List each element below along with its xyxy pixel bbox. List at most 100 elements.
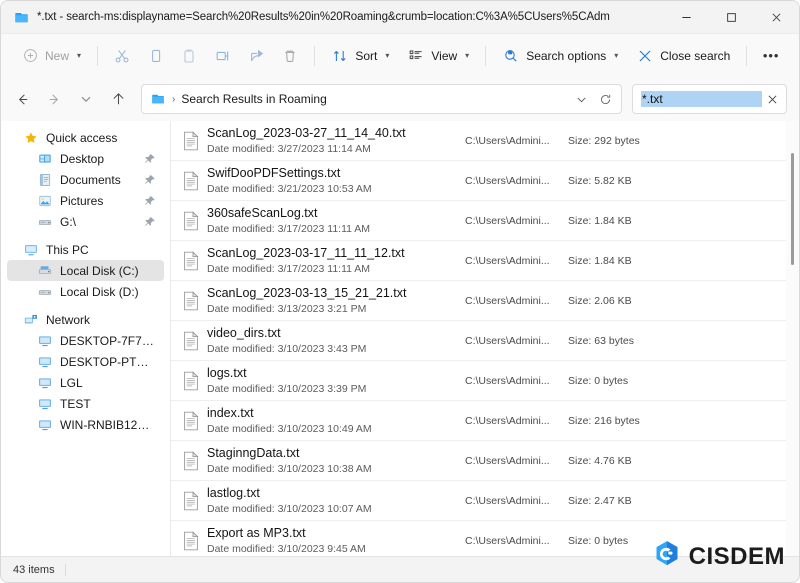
view-button-label: View <box>431 48 458 63</box>
file-name-cell: Export as MP3.txt Date modified: 3/10/202… <box>207 525 465 556</box>
text-file-icon <box>175 321 207 361</box>
table-row[interactable]: ScanLog_2023-03-17_11_11_12.txt Date modi… <box>171 241 786 281</box>
toolbar-divider <box>485 45 487 66</box>
pin-icon[interactable] <box>144 153 156 165</box>
documents-icon <box>37 172 53 188</box>
sidebar-item-quick-access[interactable]: Quick access <box>7 127 164 148</box>
text-file-icon <box>175 441 207 481</box>
share-button[interactable] <box>241 40 273 72</box>
pin-icon[interactable] <box>144 195 156 207</box>
file-name: Export as MP3.txt <box>207 526 306 540</box>
table-row[interactable]: ScanLog_2023-03-13_15_21_21.txt Date modi… <box>171 281 786 321</box>
file-path: C:\Users\Admini... <box>465 414 550 427</box>
sidebar-label: TEST <box>60 396 91 411</box>
date-modified-value: 3/10/2023 9:45 AM <box>277 543 366 555</box>
file-size: Size: 5.82 KB <box>568 175 786 187</box>
file-name: SwifDooPDFSettings.txt <box>207 166 341 180</box>
table-row[interactable]: video_dirs.txt Date modified: 3/10/2023 3… <box>171 321 786 361</box>
pin-icon[interactable] <box>144 216 156 228</box>
clear-search-icon[interactable] <box>762 88 782 110</box>
computer-icon <box>37 417 53 433</box>
vertical-scrollbar[interactable] <box>786 121 799 556</box>
table-row[interactable]: logs.txt Date modified: 3/10/2023 3:39 PM… <box>171 361 786 401</box>
table-row[interactable]: SwifDooPDFSettings.txt Date modified: 3/2… <box>171 161 786 201</box>
file-size: Size: 0 bytes <box>568 375 786 387</box>
search-options-button[interactable]: Search options ▾ <box>494 40 626 72</box>
sidebar-item-this-pc[interactable]: This PC <box>7 239 164 260</box>
file-size: Size: 63 bytes <box>568 335 786 347</box>
table-row[interactable]: ScanLog_2023-03-27_11_14_40.txt Date modi… <box>171 121 786 161</box>
back-button[interactable] <box>7 84 37 114</box>
scrollbar-thumb[interactable] <box>791 153 794 265</box>
sidebar-label: G:\ <box>60 214 77 229</box>
sidebar-item-desktop[interactable]: Desktop <box>7 148 164 169</box>
pin-icon[interactable] <box>144 174 156 186</box>
file-date-modified: Date modified: 3/27/2023 11:14 AM <box>207 142 465 156</box>
more-options-button[interactable]: ••• <box>755 40 787 72</box>
text-file-icon <box>175 401 207 441</box>
sidebar-item-local-disk-c[interactable]: Local Disk (C:) <box>7 260 164 281</box>
text-file-icon <box>175 361 207 401</box>
copy-button[interactable] <box>140 40 172 72</box>
file-size: Size: 4.76 KB <box>568 455 786 467</box>
cut-button[interactable] <box>106 40 138 72</box>
sort-button[interactable]: Sort ▾ <box>323 40 397 72</box>
table-row[interactable]: lastlog.txt Date modified: 3/10/2023 10:0… <box>171 481 786 521</box>
sidebar-item-documents[interactable]: Documents <box>7 169 164 190</box>
rename-button[interactable] <box>207 40 239 72</box>
computer-icon <box>37 333 53 349</box>
sidebar-item-desktop-7f7cl7f[interactable]: DESKTOP-7F7CL7F <box>7 330 164 351</box>
refresh-icon[interactable] <box>593 86 617 112</box>
sidebar-item-win-rnbib12885g[interactable]: WIN-RNBIB12885G <box>7 414 164 435</box>
table-row[interactable]: Export as MP3.txt Date modified: 3/10/202… <box>171 521 786 556</box>
recent-locations-button[interactable] <box>71 84 101 114</box>
sidebar-item-test[interactable]: TEST <box>7 393 164 414</box>
table-row[interactable]: index.txt Date modified: 3/10/2023 10:49 … <box>171 401 786 441</box>
close-button[interactable] <box>754 1 799 33</box>
navigation-pane[interactable]: Quick access Desktop Documents Pictures … <box>1 121 171 556</box>
sidebar-item-network[interactable]: Network <box>7 309 164 330</box>
file-name-cell: video_dirs.txt Date modified: 3/10/2023 3… <box>207 325 465 356</box>
date-modified-value: 3/10/2023 10:38 AM <box>277 463 372 475</box>
sidebar-item-desktop-ptnedkb[interactable]: DESKTOP-PTNEDKB <box>7 351 164 372</box>
search-value[interactable]: *.txt <box>641 91 762 107</box>
file-list[interactable]: ScanLog_2023-03-27_11_14_40.txt Date modi… <box>171 121 786 556</box>
size-value: 292 bytes <box>594 134 640 147</box>
chevron-down-icon: ▾ <box>465 51 470 60</box>
file-name: logs.txt <box>207 366 247 380</box>
breadcrumb[interactable]: › Search Results in Roaming <box>141 84 622 114</box>
delete-button[interactable] <box>275 40 307 72</box>
minimize-button[interactable] <box>664 1 709 33</box>
sidebar-item-drive-g[interactable]: G:\ <box>7 211 164 232</box>
size-value: 2.06 KB <box>594 294 632 307</box>
disk-icon <box>37 284 53 300</box>
maximize-button[interactable] <box>709 1 754 33</box>
paste-button[interactable] <box>173 40 205 72</box>
file-path: C:\Users\Admini... <box>465 374 550 387</box>
file-name: ScanLog_2023-03-13_15_21_21.txt <box>207 286 407 300</box>
size-value: 5.82 KB <box>594 174 632 187</box>
item-count: 43 items <box>13 563 66 576</box>
search-input[interactable]: *.txt <box>632 84 787 114</box>
close-search-button[interactable]: Close search <box>628 40 738 72</box>
new-button[interactable]: New ▾ <box>13 40 89 72</box>
date-modified-value: 3/13/2023 3:21 PM <box>277 303 367 315</box>
file-name-cell: index.txt Date modified: 3/10/2023 10:49 … <box>207 405 465 436</box>
breadcrumb-dropdown-icon[interactable] <box>569 86 593 112</box>
paste-icon <box>180 47 198 65</box>
file-date-modified: Date modified: 3/10/2023 3:39 PM <box>207 382 465 396</box>
date-modified-value: 3/10/2023 10:07 AM <box>277 503 372 515</box>
up-button[interactable] <box>103 84 133 114</box>
table-row[interactable]: StaginngData.txt Date modified: 3/10/2023… <box>171 441 786 481</box>
sidebar-item-local-disk-d[interactable]: Local Disk (D:) <box>7 281 164 302</box>
date-modified-value: 3/21/2023 10:53 AM <box>277 183 372 195</box>
address-bar: › Search Results in Roaming *.txt <box>1 77 799 121</box>
sidebar-label: Documents <box>60 172 121 187</box>
forward-button[interactable] <box>39 84 69 114</box>
date-modified-prefix: Date modified: <box>207 143 278 155</box>
table-row[interactable]: 360safeScanLog.txt Date modified: 3/17/20… <box>171 201 786 241</box>
view-button[interactable]: View ▾ <box>399 40 477 72</box>
sidebar-item-pictures[interactable]: Pictures <box>7 190 164 211</box>
sidebar-item-lgl[interactable]: LGL <box>7 372 164 393</box>
text-file-icon <box>175 521 207 557</box>
